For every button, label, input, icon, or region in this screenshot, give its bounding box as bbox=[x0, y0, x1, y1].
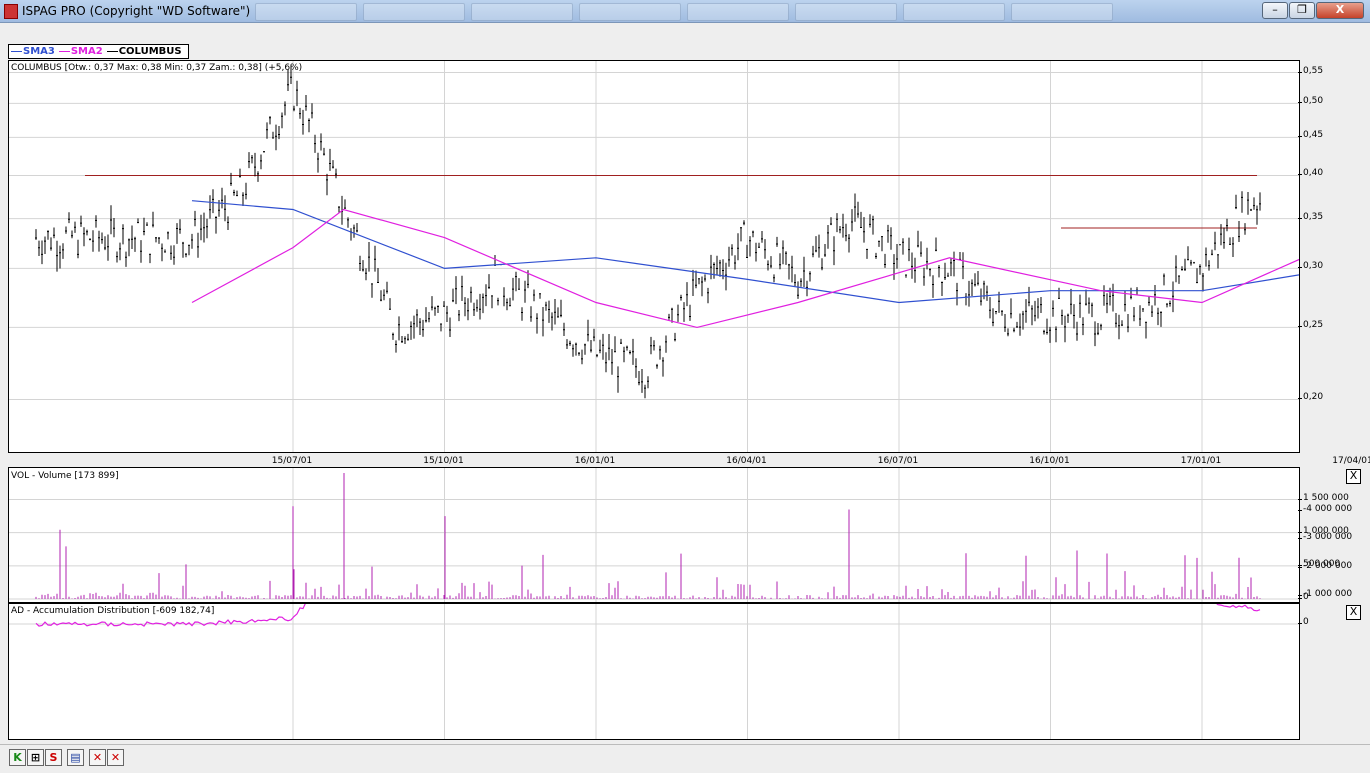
x-tick-label: 17/04/01 bbox=[1332, 456, 1370, 466]
close-volume-panel-button[interactable]: X bbox=[1346, 469, 1361, 484]
close-button[interactable]: X bbox=[1316, 2, 1364, 19]
legend-item[interactable]: SMA3 bbox=[11, 46, 55, 57]
legend-swatch bbox=[106, 51, 118, 52]
app-icon bbox=[4, 4, 18, 19]
legend-item[interactable]: SMA2 bbox=[58, 46, 103, 57]
legend-swatch bbox=[58, 51, 70, 52]
chart-legend: SMA3 SMA2 COLUMBUS bbox=[8, 44, 189, 59]
taskbar-tab[interactable] bbox=[687, 3, 789, 21]
x-tick-label: 17/01/01 bbox=[1180, 456, 1222, 466]
taskbar-tab[interactable] bbox=[795, 3, 897, 21]
candle-mode-button[interactable]: K bbox=[9, 749, 26, 766]
legend-label: COLUMBUS bbox=[118, 46, 182, 57]
window-title: ISPAG PRO (Copyright "WD Software") bbox=[22, 4, 251, 18]
taskbar-tab[interactable] bbox=[903, 3, 1005, 21]
taskbar-tab[interactable] bbox=[363, 3, 465, 21]
print-button[interactable]: ▤ bbox=[67, 749, 84, 766]
legend-label: SMA2 bbox=[70, 46, 103, 57]
x-tick-label: 15/10/01 bbox=[423, 456, 464, 466]
taskbar-tab[interactable] bbox=[471, 3, 573, 21]
taskbar-tab[interactable] bbox=[255, 3, 357, 21]
legend-swatch bbox=[11, 51, 22, 52]
price-chart bbox=[9, 61, 1299, 452]
title-bar: ISPAG PRO (Copyright "WD Software") – ❐ … bbox=[0, 0, 1370, 23]
delete-all-button[interactable]: ✕ bbox=[107, 749, 124, 766]
volume-chart bbox=[9, 468, 1299, 602]
x-tick-label: 16/01/01 bbox=[574, 456, 616, 466]
taskbar-tab[interactable] bbox=[1011, 3, 1113, 21]
x-tick-label: 15/07/01 bbox=[271, 456, 313, 466]
price-panel-title: COLUMBUS [Otw.: 0,37 Max: 0,38 Min: 0,37… bbox=[11, 63, 303, 73]
volume-panel-title: VOL - Volume [173 899] bbox=[11, 471, 119, 481]
legend-label: SMA3 bbox=[23, 46, 55, 57]
x-tick-label: 16/07/01 bbox=[877, 456, 919, 466]
legend-item[interactable]: COLUMBUS bbox=[106, 46, 182, 57]
volume-bars bbox=[35, 473, 1261, 599]
ad-line bbox=[35, 604, 1261, 627]
date-axis: 15/07/01 15/10/01 16/01/01 16/04/01 16/07/01… bbox=[8, 453, 1370, 467]
price-y-axis: 0,55 0,50 0,45 0,40 0,35 0,30 0,25 0,20 bbox=[1298, 60, 1356, 452]
volume-panel[interactable] bbox=[8, 467, 1300, 603]
x-tick-label: 16/10/01 bbox=[1029, 456, 1070, 466]
scale-button[interactable]: S bbox=[45, 749, 62, 766]
ad-panel-title: AD - Accumulation Distribution [-609 182… bbox=[11, 606, 215, 616]
taskbar-tab[interactable] bbox=[579, 3, 681, 21]
taskbar-tabs bbox=[255, 3, 1113, 21]
bottom-toolbar: K ⊞ S ▤ ✕ ✕ bbox=[0, 744, 1370, 773]
restore-button[interactable]: ❐ bbox=[1289, 2, 1315, 19]
minimize-button[interactable]: – bbox=[1262, 2, 1288, 19]
delete-lines-button[interactable]: ✕ bbox=[89, 749, 106, 766]
x-tick-label: 16/04/01 bbox=[726, 456, 767, 466]
close-ad-panel-button[interactable]: X bbox=[1346, 605, 1361, 620]
price-bars bbox=[35, 64, 1261, 399]
ad-y-axis: 0 -1 000 000 -2 000 000 -3 000 000 -4 000 00… bbox=[1298, 504, 1356, 739]
price-chart-panel[interactable] bbox=[8, 60, 1300, 453]
zoom-fit-button[interactable]: ⊞ bbox=[27, 749, 44, 766]
sma3-line bbox=[191, 200, 1299, 304]
ad-chart bbox=[9, 604, 1299, 739]
ad-panel[interactable] bbox=[8, 603, 1300, 740]
